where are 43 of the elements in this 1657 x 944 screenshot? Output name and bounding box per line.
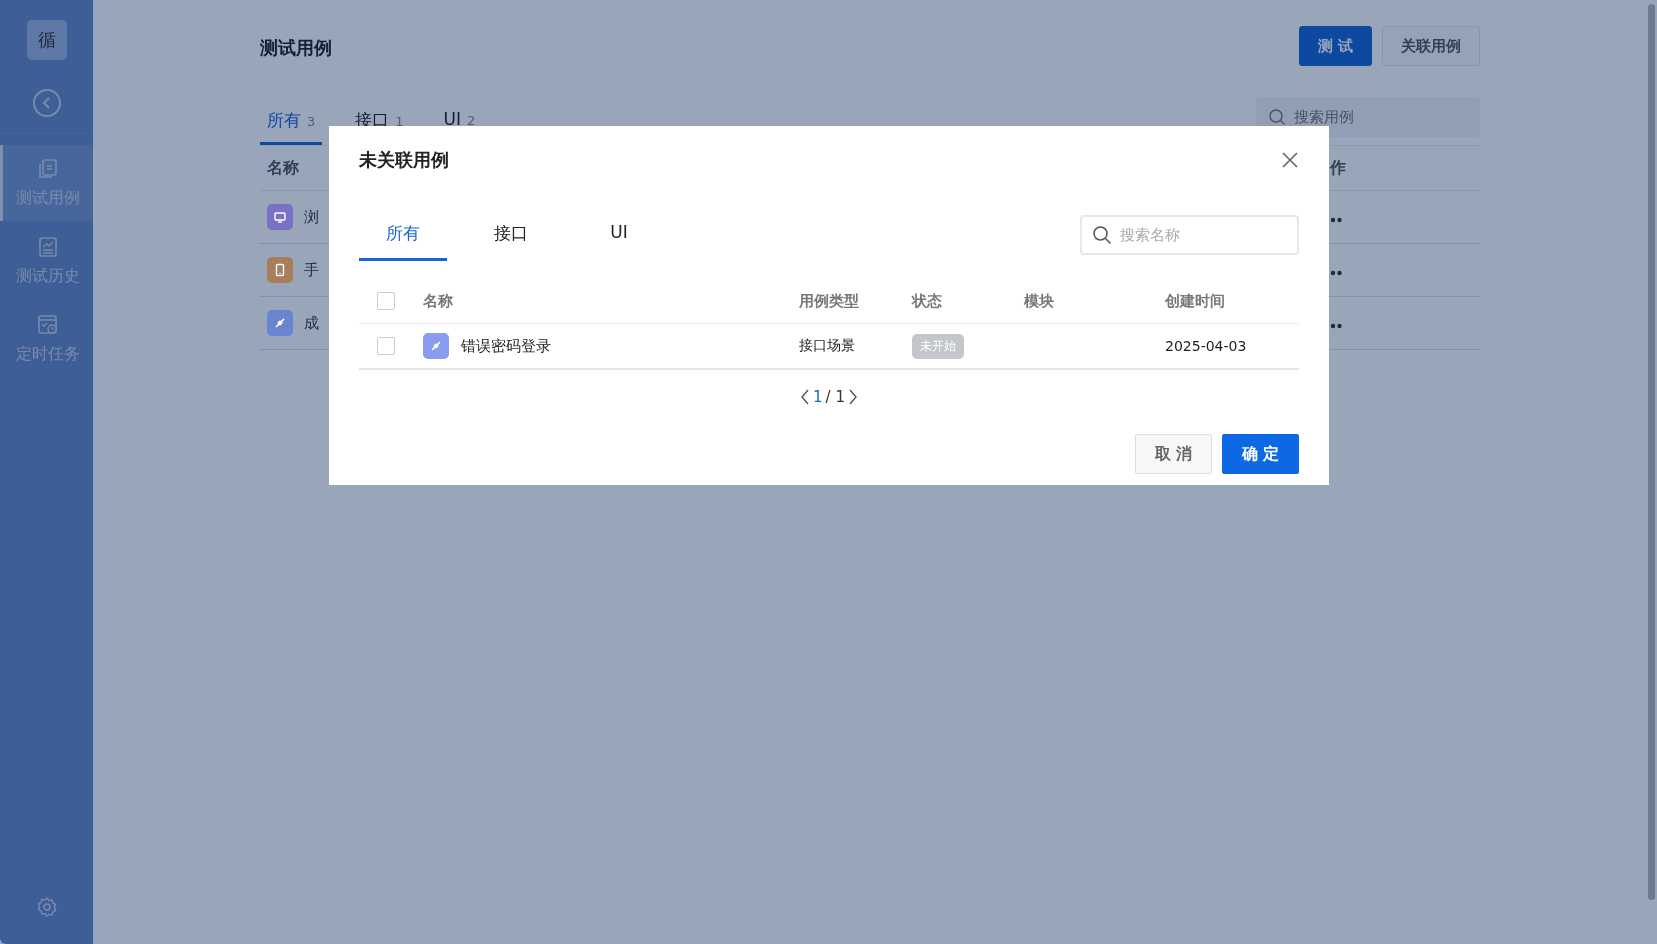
column-header: 用例类型 xyxy=(799,291,860,311)
dialog-title: 未关联用例 xyxy=(359,148,449,172)
chart-icon xyxy=(37,235,59,258)
cancel-button[interactable]: 取 消 xyxy=(1135,434,1212,474)
tab[interactable]: 所有 xyxy=(359,222,447,261)
more-icon[interactable] xyxy=(1330,216,1342,223)
page-title: 测试用例 xyxy=(260,36,332,60)
current-page: 1 xyxy=(813,388,823,406)
table-cell-text: 接口场景 xyxy=(799,337,856,355)
checkbox[interactable] xyxy=(377,337,395,355)
app-logo: 循 xyxy=(26,20,67,60)
case-name: 浏 xyxy=(304,207,319,227)
search-icon xyxy=(1092,225,1112,245)
search-field[interactable]: 搜索名称 xyxy=(1080,215,1299,255)
more-icon[interactable] xyxy=(1330,322,1342,329)
close-icon[interactable] xyxy=(1281,151,1299,169)
column-header: 名称 xyxy=(267,157,299,177)
link-cases-button[interactable]: 关联用例 xyxy=(1382,26,1480,66)
column-header: 名称 xyxy=(423,291,454,311)
next-page-icon[interactable] xyxy=(847,389,858,405)
status-badge: 未开始 xyxy=(912,333,964,359)
column-header: 状态 xyxy=(912,291,943,311)
tab[interactable]: 所有 3 xyxy=(260,109,323,145)
tab[interactable]: UI xyxy=(575,222,663,261)
test-button[interactable]: 测 试 xyxy=(1298,26,1372,66)
previous-page-icon[interactable] xyxy=(800,389,811,405)
column-header: 作 xyxy=(1330,157,1346,177)
calendar-clock-icon xyxy=(37,313,59,336)
case-name: 错误密码登录 xyxy=(461,336,551,356)
column-header: 模块 xyxy=(1024,291,1055,311)
more-icon[interactable] xyxy=(1330,269,1342,276)
checkbox[interactable] xyxy=(377,292,395,310)
document-icon xyxy=(37,157,59,180)
tab[interactable]: 接口 xyxy=(467,222,555,261)
scrollbar[interactable] xyxy=(1648,4,1655,900)
case-name: 成 xyxy=(304,313,319,333)
case-name: 手 xyxy=(304,260,319,280)
column-header: 创建时间 xyxy=(1165,291,1226,311)
confirm-button[interactable]: 确 定 xyxy=(1222,434,1299,474)
search-field[interactable]: 搜索用例 xyxy=(1256,97,1480,137)
search-icon xyxy=(1268,108,1286,126)
table-cell-text: 2025-04-03 xyxy=(1165,338,1248,354)
page-total: / 1 xyxy=(825,388,845,406)
